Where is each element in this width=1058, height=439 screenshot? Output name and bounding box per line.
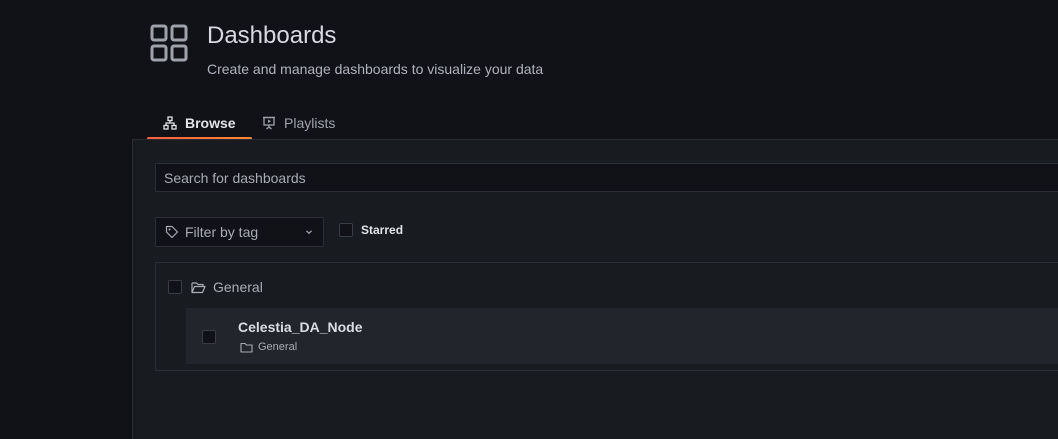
tag-icon: [165, 225, 179, 239]
dashboard-location: General: [240, 341, 297, 353]
starred-label: Starred: [361, 223, 404, 237]
tab-playlists-label: Playlists: [284, 114, 336, 131]
presentation-play-icon: [263, 116, 275, 130]
page-subtitle: Create and manage dashboards to visualiz…: [207, 61, 544, 77]
search-input[interactable]: [155, 163, 1058, 192]
tag-filter-label: Filter by tag: [185, 224, 259, 240]
dashboard-checkbox[interactable]: [202, 330, 216, 344]
tag-filter-select[interactable]: Filter by tag: [155, 217, 324, 247]
dashboard-row[interactable]: Celestia_DA_Node General: [186, 308, 1058, 364]
page-header: Dashboards Create and manage dashboards …: [0, 0, 1058, 140]
chevron-down-icon: [306, 230, 312, 235]
starred-checkbox[interactable]: [339, 223, 353, 237]
folder-row-general[interactable]: General: [168, 279, 263, 295]
tab-browse[interactable]: Browse: [147, 108, 252, 140]
dashboard-title[interactable]: Celestia_DA_Node: [238, 319, 363, 335]
apps-grid-icon: [150, 24, 188, 62]
tab-browse-label: Browse: [185, 114, 236, 131]
folder-open-icon: [191, 281, 206, 293]
dashboard-location-label: General: [258, 341, 298, 353]
dashboard-list: General Celestia_DA_Node General: [155, 262, 1058, 371]
starred-filter[interactable]: Starred: [339, 223, 403, 237]
folder-icon: [240, 342, 253, 353]
folder-checkbox[interactable]: [168, 280, 182, 294]
page-title: Dashboards: [207, 22, 337, 49]
tab-playlists[interactable]: Playlists: [246, 108, 351, 137]
sitemap-icon: [163, 115, 177, 130]
folder-name: General: [213, 279, 263, 295]
